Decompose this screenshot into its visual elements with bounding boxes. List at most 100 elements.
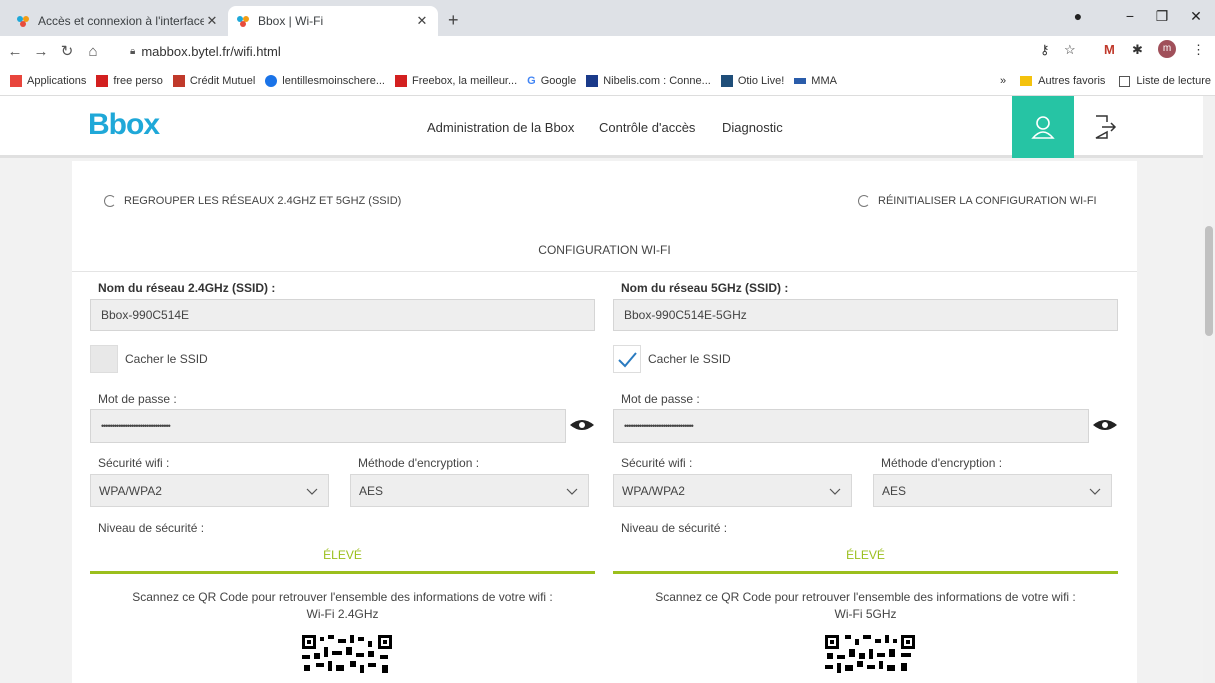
nav-administration[interactable]: Administration de la Bbox [427, 120, 574, 135]
extensions-puzzle-icon[interactable]: ✱ [1132, 42, 1143, 58]
tab-title: Bbox | Wi-Fi [258, 14, 324, 28]
tab-close-icon[interactable]: ✕ [414, 13, 430, 29]
page-content: Bbox Administration de la Bbox Contrôle … [0, 96, 1203, 683]
bookmarks-right: » Autres favoris Liste de lecture [1000, 66, 1211, 96]
star-icon[interactable]: ☆ [1064, 42, 1076, 58]
user-account-button[interactable] [1012, 96, 1074, 158]
security-24-label: Sécurité wifi : [98, 456, 170, 470]
qr-code-5 [825, 635, 915, 673]
encryption-24-label: Méthode d'encryption : [358, 456, 480, 470]
url-field[interactable]: 🔒︎ mabbox.bytel.fr/wifi.html [130, 39, 1030, 63]
bookmark-applications[interactable]: Applications [10, 74, 86, 87]
profile-avatar[interactable]: m [1158, 40, 1176, 58]
encryption-5-label: Méthode d'encryption : [881, 456, 1003, 470]
security-level-24-label: Niveau de sécurité : [98, 521, 205, 535]
ssid-24-label: Nom du réseau 2.4GHz (SSID) : [98, 281, 276, 295]
password-5-input[interactable]: •••••••••••••••••••••••••••••••• [613, 409, 1089, 443]
security-5-label: Sécurité wifi : [621, 456, 693, 470]
nav-diagnostic[interactable]: Diagnostic [722, 120, 783, 135]
credit-mutuel-icon [172, 74, 185, 87]
show-password-eye-icon[interactable] [1092, 418, 1118, 432]
encryption-24-select[interactable]: AES [350, 474, 589, 507]
user-icon [1031, 116, 1055, 139]
more-bookmarks-button[interactable]: » [1000, 75, 1006, 87]
refresh-icon [104, 195, 116, 207]
tab-close-icon[interactable]: ✕ [204, 13, 220, 29]
tab-title: Accès et connexion à l'interface d [38, 14, 204, 28]
password-24-input[interactable]: •••••••••••••••••••••••••••••••• [90, 409, 566, 443]
qr-5-instructions: Scannez ce QR Code pour retrouver l'ense… [655, 590, 1076, 621]
bbox-favicon-icon [237, 16, 249, 27]
show-password-eye-icon[interactable] [569, 418, 595, 432]
password-24-label: Mot de passe : [98, 392, 177, 406]
home-icon[interactable]: ⌂ [82, 43, 104, 60]
maximize-button[interactable]: ❐ [1152, 8, 1172, 25]
nav-controle-acces[interactable]: Contrôle d'accès [599, 120, 695, 135]
forward-arrow-icon[interactable]: → [30, 43, 52, 60]
config-title: CONFIGURATION WI-FI [538, 243, 671, 257]
url-text: mabbox.bytel.fr/wifi.html [141, 43, 281, 59]
page-scrollbar[interactable] [1203, 96, 1215, 683]
other-favorites-button[interactable]: Autres favoris [1038, 75, 1105, 87]
bookmark-lentilles[interactable]: lentillesmoinschere... [265, 74, 385, 87]
ssid-24-input[interactable]: Bbox-990C514E [90, 299, 595, 331]
network-24ghz-column: Nom du réseau 2.4GHz (SSID) : Bbox-990C5… [90, 271, 595, 683]
bbox-favicon-icon [17, 16, 29, 27]
ssid-5-input[interactable]: Bbox-990C514E-5GHz [613, 299, 1118, 331]
chevron-down-icon [829, 488, 841, 495]
back-arrow-icon[interactable]: ← [4, 43, 26, 60]
security-level-5-label: Niveau de sécurité : [621, 521, 728, 535]
otio-icon [720, 74, 733, 87]
encryption-5-select[interactable]: AES [873, 474, 1112, 507]
reload-icon[interactable]: ↻ [56, 42, 78, 60]
minimize-button[interactable]: − [1120, 8, 1140, 24]
key-icon[interactable]: ⚷ [1040, 42, 1050, 58]
bookmark-nibelis[interactable]: Nibelis.com : Conne... [586, 74, 711, 87]
bookmarks-bar: Applications free perso Crédit Mutuel le… [0, 66, 1215, 96]
hide-ssid-5-label: Cacher le SSID [648, 352, 731, 366]
site-header: Bbox Administration de la Bbox Contrôle … [0, 96, 1203, 158]
lentilles-icon [265, 74, 278, 87]
reading-list-button[interactable]: Liste de lecture [1136, 75, 1211, 87]
bookmark-mma[interactable]: MMA [794, 75, 837, 87]
ssid-5-label: Nom du réseau 5GHz (SSID) : [621, 281, 789, 295]
nibelis-icon [586, 74, 599, 87]
bookmark-free-perso[interactable]: free perso [96, 74, 163, 87]
new-tab-button[interactable]: + [448, 10, 459, 31]
wifi-config-card: REGROUPER LES RÉSEAUX 2.4GHZ ET 5GHZ (SS… [72, 161, 1137, 683]
security-level-5-bar [613, 571, 1118, 574]
group-networks-button[interactable]: REGROUPER LES RÉSEAUX 2.4GHZ ET 5GHZ (SS… [104, 195, 401, 207]
tab-acces-connexion[interactable]: Accès et connexion à l'interface d ✕ [8, 6, 228, 36]
tab-bbox-wifi[interactable]: Bbox | Wi-Fi ✕ [228, 6, 438, 36]
address-bar-row: ← → ↻ ⌂ 🔒︎ mabbox.bytel.fr/wifi.html ⚷ ☆… [0, 36, 1215, 66]
security-level-5-value: ÉLEVÉ [846, 548, 885, 562]
bookmark-otio[interactable]: Otio Live! [720, 74, 784, 87]
reading-list-icon [1119, 75, 1131, 87]
bookmark-google[interactable]: G Google [527, 75, 576, 87]
close-window-button[interactable]: ✕ [1186, 8, 1206, 25]
chevron-down-icon [566, 488, 578, 495]
apps-grid-icon [10, 74, 22, 87]
security-level-24-bar [90, 571, 595, 574]
mma-icon [794, 77, 807, 84]
bookmark-freebox[interactable]: Freebox, la meilleur... [395, 74, 517, 87]
bookmark-credit-mutuel[interactable]: Crédit Mutuel [172, 74, 255, 87]
password-5-label: Mot de passe : [621, 392, 700, 406]
bbox-logo[interactable]: Bbox [88, 108, 160, 142]
security-24-select[interactable]: WPA/WPA2 [90, 474, 329, 507]
browser-tab-strip: Accès et connexion à l'interface d ✕ Bbo… [0, 0, 1215, 36]
reset-wifi-button[interactable]: RÉINITIALISER LA CONFIGURATION WI-FI [858, 195, 1097, 207]
logout-icon[interactable] [1092, 114, 1118, 140]
browser-menu-icon[interactable]: ⋮ [1192, 42, 1205, 58]
gmail-extension-icon[interactable]: M [1104, 42, 1115, 57]
hide-ssid-24-label: Cacher le SSID [125, 352, 208, 366]
qr-code-24 [302, 635, 392, 673]
hide-ssid-24-checkbox[interactable] [90, 345, 118, 373]
qr-24-instructions: Scannez ce QR Code pour retrouver l'ense… [132, 590, 553, 621]
security-5-select[interactable]: WPA/WPA2 [613, 474, 852, 507]
hide-ssid-5-checkbox[interactable] [613, 345, 641, 373]
tab-search-icon[interactable]: ● [1068, 8, 1088, 24]
chevron-down-icon [306, 488, 318, 495]
chevron-down-icon [1089, 488, 1101, 495]
scrollbar-thumb[interactable] [1205, 226, 1213, 336]
